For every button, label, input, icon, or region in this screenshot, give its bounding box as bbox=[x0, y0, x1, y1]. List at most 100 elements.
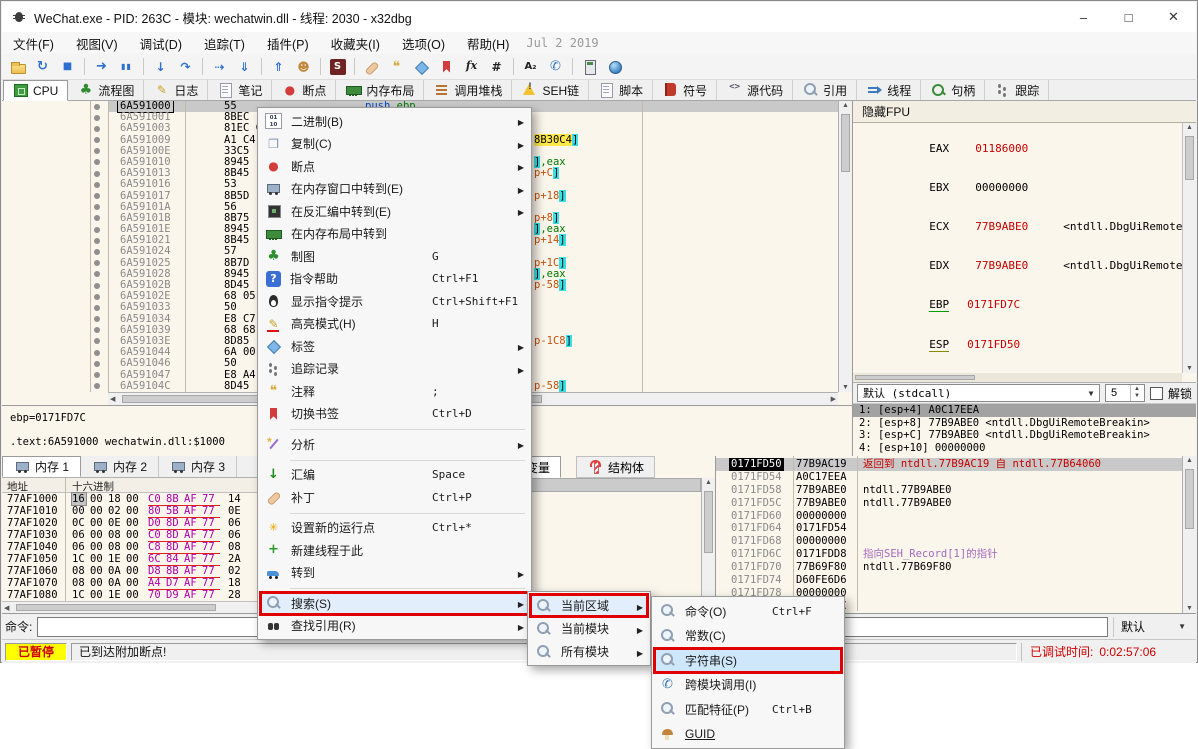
toolbar-button[interactable] bbox=[291, 55, 316, 79]
argument-row[interactable]: 2: [esp+8] 77B9ABE0 <ntdll.DbgUiRemoteBr… bbox=[853, 417, 1196, 430]
view-tab[interactable]: 句柄 bbox=[921, 80, 985, 100]
disasm-vertical-scrollbar[interactable]: ▲ ▼ bbox=[838, 101, 852, 392]
address-column-header[interactable]: 地址 bbox=[7, 479, 28, 494]
menubar-item[interactable]: 插件(P) bbox=[256, 32, 320, 54]
toolbar-button[interactable] bbox=[577, 55, 602, 79]
context-menu-item[interactable]: 转到 bbox=[260, 562, 529, 585]
toolbar-button[interactable] bbox=[80, 55, 89, 79]
view-tab[interactable]: 调用堆栈 bbox=[424, 80, 512, 100]
tab-struct[interactable]: 结构体 bbox=[576, 456, 655, 478]
submenu-item[interactable]: 命令(O) Ctrl+F bbox=[654, 599, 842, 624]
context-menu-item[interactable]: 在内存布局中转到 bbox=[260, 223, 529, 246]
context-menu-item[interactable]: 搜索(S) bbox=[260, 592, 529, 615]
menubar-item[interactable]: 视图(V) bbox=[65, 32, 129, 54]
scrollbar-thumb[interactable] bbox=[841, 114, 850, 172]
stack-row[interactable]: 0171FD5C 77B9ABE0 ntdll.77B9ABE0 bbox=[716, 497, 1182, 510]
context-menu-item[interactable]: 标签 bbox=[260, 335, 529, 358]
submenu-item[interactable]: 跨模块调用(I) bbox=[654, 673, 842, 698]
stack-row[interactable]: 0171FD6C 0171FDD8 指向SEH_Record[1]的指针 bbox=[716, 548, 1182, 561]
context-menu-item[interactable]: 在内存窗口中转到(E) bbox=[260, 178, 529, 201]
toolbar-button[interactable] bbox=[198, 55, 207, 79]
toolbar-button[interactable] bbox=[350, 55, 359, 79]
arg-depth-spinner[interactable]: 5 ▲▼ bbox=[1105, 384, 1145, 402]
view-tab[interactable]: 笔记 bbox=[208, 80, 272, 100]
spinner-arrows-icon[interactable]: ▲▼ bbox=[1130, 385, 1143, 401]
register-row[interactable]: EBP0171FD7C bbox=[863, 285, 1182, 325]
context-menu-item[interactable] bbox=[260, 509, 529, 517]
register-row[interactable]: ESP0171FD50 bbox=[863, 325, 1182, 365]
toolbar-button[interactable] bbox=[173, 55, 198, 79]
stack-row[interactable]: 0171FD74 D60FE6D6 bbox=[716, 574, 1182, 587]
view-tab[interactable]: 内存布局 bbox=[336, 80, 424, 100]
stack-row[interactable]: 0171FD70 77B69F80 ntdll.77B69F80 bbox=[716, 561, 1182, 574]
toolbar-button[interactable] bbox=[509, 55, 518, 79]
memory-tab[interactable]: 内存 1 bbox=[2, 456, 81, 477]
registers-horizontal-scrollbar[interactable] bbox=[853, 373, 1182, 382]
context-menu-item[interactable]: 制图 G bbox=[260, 245, 529, 268]
toolbar-button[interactable] bbox=[114, 55, 139, 79]
scrollbar-thumb[interactable] bbox=[704, 491, 713, 553]
scrollbar-thumb[interactable] bbox=[1185, 136, 1194, 180]
stack-row[interactable]: 0171FD60 00000000 bbox=[716, 510, 1182, 523]
toolbar-button[interactable] bbox=[325, 55, 350, 79]
toolbar-button[interactable] bbox=[257, 55, 266, 79]
submenu-item[interactable]: 所有模块 bbox=[530, 640, 648, 663]
context-menu-item[interactable]: 分析 bbox=[260, 433, 529, 456]
argument-row[interactable]: 4: [esp+10] 00000000 bbox=[853, 442, 1196, 455]
minimize-button[interactable]: – bbox=[1061, 3, 1106, 32]
toolbar-button[interactable] bbox=[434, 55, 459, 79]
view-tab[interactable]: 日志 bbox=[144, 80, 208, 100]
scrollbar-thumb[interactable] bbox=[16, 604, 216, 611]
context-menu-item[interactable]: 在反汇编中转到(E) bbox=[260, 200, 529, 223]
context-menu-item[interactable]: 切换书签 Ctrl+D bbox=[260, 403, 529, 426]
view-tab[interactable]: 符号 bbox=[653, 80, 717, 100]
toolbar-button[interactable] bbox=[316, 55, 325, 79]
submenu-item[interactable]: 字符串(S) bbox=[654, 648, 842, 673]
view-tab[interactable]: 源代码 bbox=[717, 80, 793, 100]
context-menu-item[interactable]: 汇编 Space bbox=[260, 464, 529, 487]
command-scope-select[interactable]: 默认▼ bbox=[1113, 617, 1193, 637]
toolbar-button[interactable] bbox=[89, 55, 114, 79]
scrollbar-thumb[interactable] bbox=[855, 375, 975, 380]
maximize-button[interactable]: □ bbox=[1106, 3, 1151, 32]
context-menu-item[interactable]: 设置新的运行点 Ctrl+* bbox=[260, 517, 529, 540]
toolbar-button[interactable] bbox=[543, 55, 568, 79]
view-tab[interactable]: 断点 bbox=[272, 80, 336, 100]
stack-row[interactable]: 0171FD68 00000000 bbox=[716, 535, 1182, 548]
submenu-item[interactable]: 当前模块 bbox=[530, 617, 648, 640]
toolbar-button[interactable] bbox=[30, 55, 55, 79]
view-tab[interactable]: SEH链 bbox=[512, 80, 589, 100]
register-row[interactable]: ESI77B9ABE0<ntdll.DbgUiRemoteBreakin> bbox=[863, 365, 1182, 373]
view-tab[interactable]: 流程图 bbox=[68, 80, 144, 100]
menubar-item[interactable]: 收藏夹(I) bbox=[320, 32, 391, 54]
context-menu-item[interactable] bbox=[260, 425, 529, 433]
register-row[interactable]: EBX00000000 bbox=[863, 168, 1182, 207]
context-menu-item[interactable]: 高亮模式(H) H bbox=[260, 313, 529, 336]
context-menu-item[interactable]: 复制(C) bbox=[260, 133, 529, 156]
menubar-item[interactable]: 追踪(T) bbox=[193, 32, 256, 54]
menubar-item[interactable]: 文件(F) bbox=[2, 32, 65, 54]
toolbar-button[interactable] bbox=[148, 55, 173, 79]
context-menu-item[interactable]: 查找引用(R) bbox=[260, 615, 529, 638]
context-menu-item[interactable]: 二进制(B) bbox=[260, 110, 529, 133]
argument-row[interactable]: 1: [esp+4] A0C17EEA bbox=[853, 404, 1196, 417]
menubar-item[interactable]: 选项(O) bbox=[391, 32, 456, 54]
toolbar-button[interactable] bbox=[384, 55, 409, 79]
registers-vertical-scrollbar[interactable]: ▲ ▼ bbox=[1182, 123, 1196, 373]
argument-row[interactable]: 3: [esp+C] 77B9ABE0 <ntdll.DbgUiRemoteBr… bbox=[853, 429, 1196, 442]
toolbar-button[interactable] bbox=[409, 55, 434, 79]
context-menu-item[interactable]: 补丁 Ctrl+P bbox=[260, 486, 529, 509]
toolbar-button[interactable] bbox=[602, 55, 627, 79]
view-tab[interactable]: 跟踪 bbox=[985, 80, 1049, 100]
stack-row[interactable]: 0171FD64 0171FD54 bbox=[716, 522, 1182, 535]
toolbar-button[interactable] bbox=[459, 55, 484, 79]
submenu-item[interactable]: 当前区域 bbox=[530, 594, 648, 617]
hex-column-header[interactable]: 十六进制 bbox=[72, 479, 114, 494]
toolbar-button[interactable] bbox=[139, 55, 148, 79]
toolbar-button[interactable] bbox=[568, 55, 577, 79]
view-tab[interactable]: CPU bbox=[3, 80, 68, 101]
toolbar-button[interactable] bbox=[207, 55, 232, 79]
stack-vertical-scrollbar[interactable]: ▲ ▼ bbox=[1182, 456, 1196, 613]
memory-tab[interactable]: 内存 2 bbox=[81, 456, 159, 477]
context-menu-item[interactable]: 追踪记录 bbox=[260, 358, 529, 381]
